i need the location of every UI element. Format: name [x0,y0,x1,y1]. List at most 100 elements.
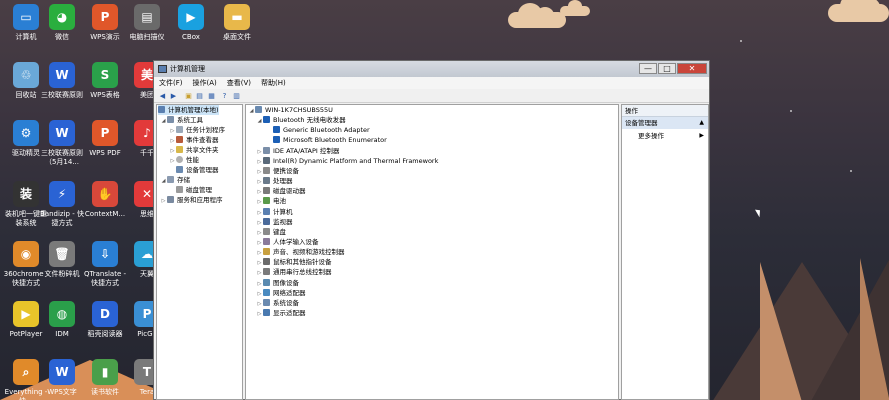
device-category-icon [263,146,270,154]
device-list: ◢ WIN-1K7CHSUBS55U ◢ Bluetooth 无线电收发器 Generi… [245,104,619,400]
expand-icon[interactable]: ▷ [160,196,167,206]
actions-pane: 操作 设备管理器 ▲ 更多操作 ▶ [621,104,709,400]
tools-icon [167,116,174,123]
menu-action[interactable]: 操作(A) [188,77,222,89]
collapse-icon[interactable]: ◢ [248,106,255,116]
desktop-icon[interactable]: S WPS表格 [81,62,129,100]
mountain-lit-side [760,262,802,400]
reader-icon: D [92,301,118,327]
desktop-icon[interactable]: W 三校联赛原则 [38,62,86,100]
bluetooth-icon [273,126,280,134]
tree-item-device-manager[interactable]: 设备管理器 [169,165,219,175]
desktop-icon[interactable]: ▤ 电脑扫描仪 [123,4,171,42]
menu-view[interactable]: 查看(V) [222,77,256,89]
tree-item-disk-management[interactable]: 磁盘管理 [169,185,212,195]
idm-icon: ◍ [49,301,75,327]
bluetooth-icon [263,116,270,124]
cloud [560,0,590,16]
desktop-icon[interactable]: ◍ IDM [38,301,86,339]
everything-icon: ⌕ [13,359,39,385]
forward-icon[interactable]: ▶ [169,92,178,100]
minimize-button[interactable]: — [639,63,657,74]
desktop-icon[interactable]: ▮ 读书软件 [81,359,129,397]
device-category-icon [263,197,270,205]
computer-management-window[interactable]: 计算机管理 — □ ✕ 文件(F) 操作(A) 查看(V) 帮助(H) ◀ ▶ ▣ ▤… [153,60,710,400]
desktop-icon[interactable]: ⚡ Bandizip - 快捷方式 [38,181,86,228]
book-icon: ▮ [92,359,118,385]
desktop-icon[interactable]: D 稻壳阅读器 [81,301,129,339]
wps-doc-icon: W [49,120,75,146]
desktop-icon-label: 电脑扫描仪 [129,33,165,41]
desktop-icon[interactable]: ⇩ QTranslate - 快捷方式 [81,241,129,288]
desktop-icon[interactable]: P WPS演示 [81,4,129,42]
view-icon[interactable]: ▥ [232,92,241,100]
console-tree-icon[interactable]: ▤ [195,92,204,100]
desktop-icon-label: WPS表格 [90,91,120,99]
expand-icon[interactable]: ▷ [256,309,263,319]
desktop-icon[interactable]: W WPS文字 [38,359,86,397]
collapse-icon[interactable]: ◢ [256,116,263,126]
device-category-icon [263,258,270,266]
desktop-icon-label: ContextM... [84,210,126,218]
device-bluetooth-enumerator[interactable]: Microsoft Bluetooth Enumerator [266,135,387,145]
device-category-icon [263,248,270,256]
maximize-button[interactable]: □ [658,63,676,74]
shredder-icon: 🗑 [49,241,75,267]
collapse-icon[interactable]: ◢ [160,116,167,126]
device-category-icon [263,309,270,316]
desktop-icon-label: Bandizip - 快捷方式 [40,210,84,227]
desktop-icon-label: 读书软件 [91,388,119,396]
desktop-icon[interactable]: ◕ 微信 [38,4,86,42]
recycle-bin-icon: ♲ [13,62,39,88]
menu-bar: 文件(F) 操作(A) 查看(V) 帮助(H) [154,77,709,89]
back-icon[interactable]: ◀ [158,92,167,100]
mountain-lit-side [860,258,889,400]
desktop-icon-label: 三校联赛原则 [41,91,83,99]
storage-icon [167,176,174,183]
folder-up-icon[interactable]: ▣ [184,92,193,100]
star [740,40,742,42]
close-button[interactable]: ✕ [677,63,707,74]
collapse-up-icon[interactable]: ▲ [699,117,704,129]
properties-icon[interactable]: ▦ [207,92,216,100]
shared-folder-icon [176,146,183,153]
desktop-icon[interactable]: W 三校联赛原则（5月14... [38,120,86,167]
desktop-icon[interactable]: P WPS PDF [81,120,129,158]
performance-icon [176,156,183,163]
desktop-icon-label: IDM [55,330,69,338]
device-category[interactable]: ▷ 显示适配器 [256,308,306,319]
title-bar[interactable]: 计算机管理 — □ ✕ [154,61,709,77]
cloud [508,3,566,28]
desktop-icon-label: 三校联赛原则（5月14... [41,149,83,166]
device-bluetooth-adapter[interactable]: Generic Bluetooth Adapter [266,125,370,135]
computer-icon: ▭ [13,4,39,30]
folder-icon: ▬ [224,4,250,30]
wps-writer-icon: W [49,359,75,385]
wechat-icon: ◕ [49,4,75,30]
more-actions[interactable]: 更多操作 ▶ [622,129,708,143]
desktop-icon-label: 桌面文件 [223,33,251,41]
computer-management-icon [158,106,165,113]
actions-header: 操作 [622,105,708,117]
desktop-icon-label: 稻壳阅读器 [87,330,123,338]
desktop-icon[interactable]: ▶ CBox [167,4,215,42]
bandizip-icon: ⚡ [49,181,75,207]
computer-icon [255,106,262,113]
desktop-icon[interactable]: ✋ ContextM... [81,181,129,219]
menu-help[interactable]: 帮助(H) [256,77,291,89]
device-category-icon [263,187,270,195]
toolbar: ◀ ▶ ▣ ▤ ▦ ? ▥ [154,89,709,103]
device-category-icon [263,177,270,185]
wps-pdf-icon: P [92,120,118,146]
device-category-icon [263,166,270,174]
tree-item-services-apps[interactable]: ▷ 服务和应用程序 [160,195,223,206]
tree-root[interactable]: 计算机管理(本地) [158,105,219,115]
contextmenu-icon: ✋ [92,181,118,207]
desktop-icon[interactable]: ▬ 桌面文件 [213,4,261,42]
actions-device-manager[interactable]: 设备管理器 ▲ [622,117,708,129]
collapse-icon[interactable]: ◢ [160,176,167,186]
wps-doc-icon: W [49,62,75,88]
menu-file[interactable]: 文件(F) [154,77,188,89]
desktop-icon[interactable]: 🗑 文件粉碎机 [38,241,86,279]
help-icon[interactable]: ? [220,92,229,100]
